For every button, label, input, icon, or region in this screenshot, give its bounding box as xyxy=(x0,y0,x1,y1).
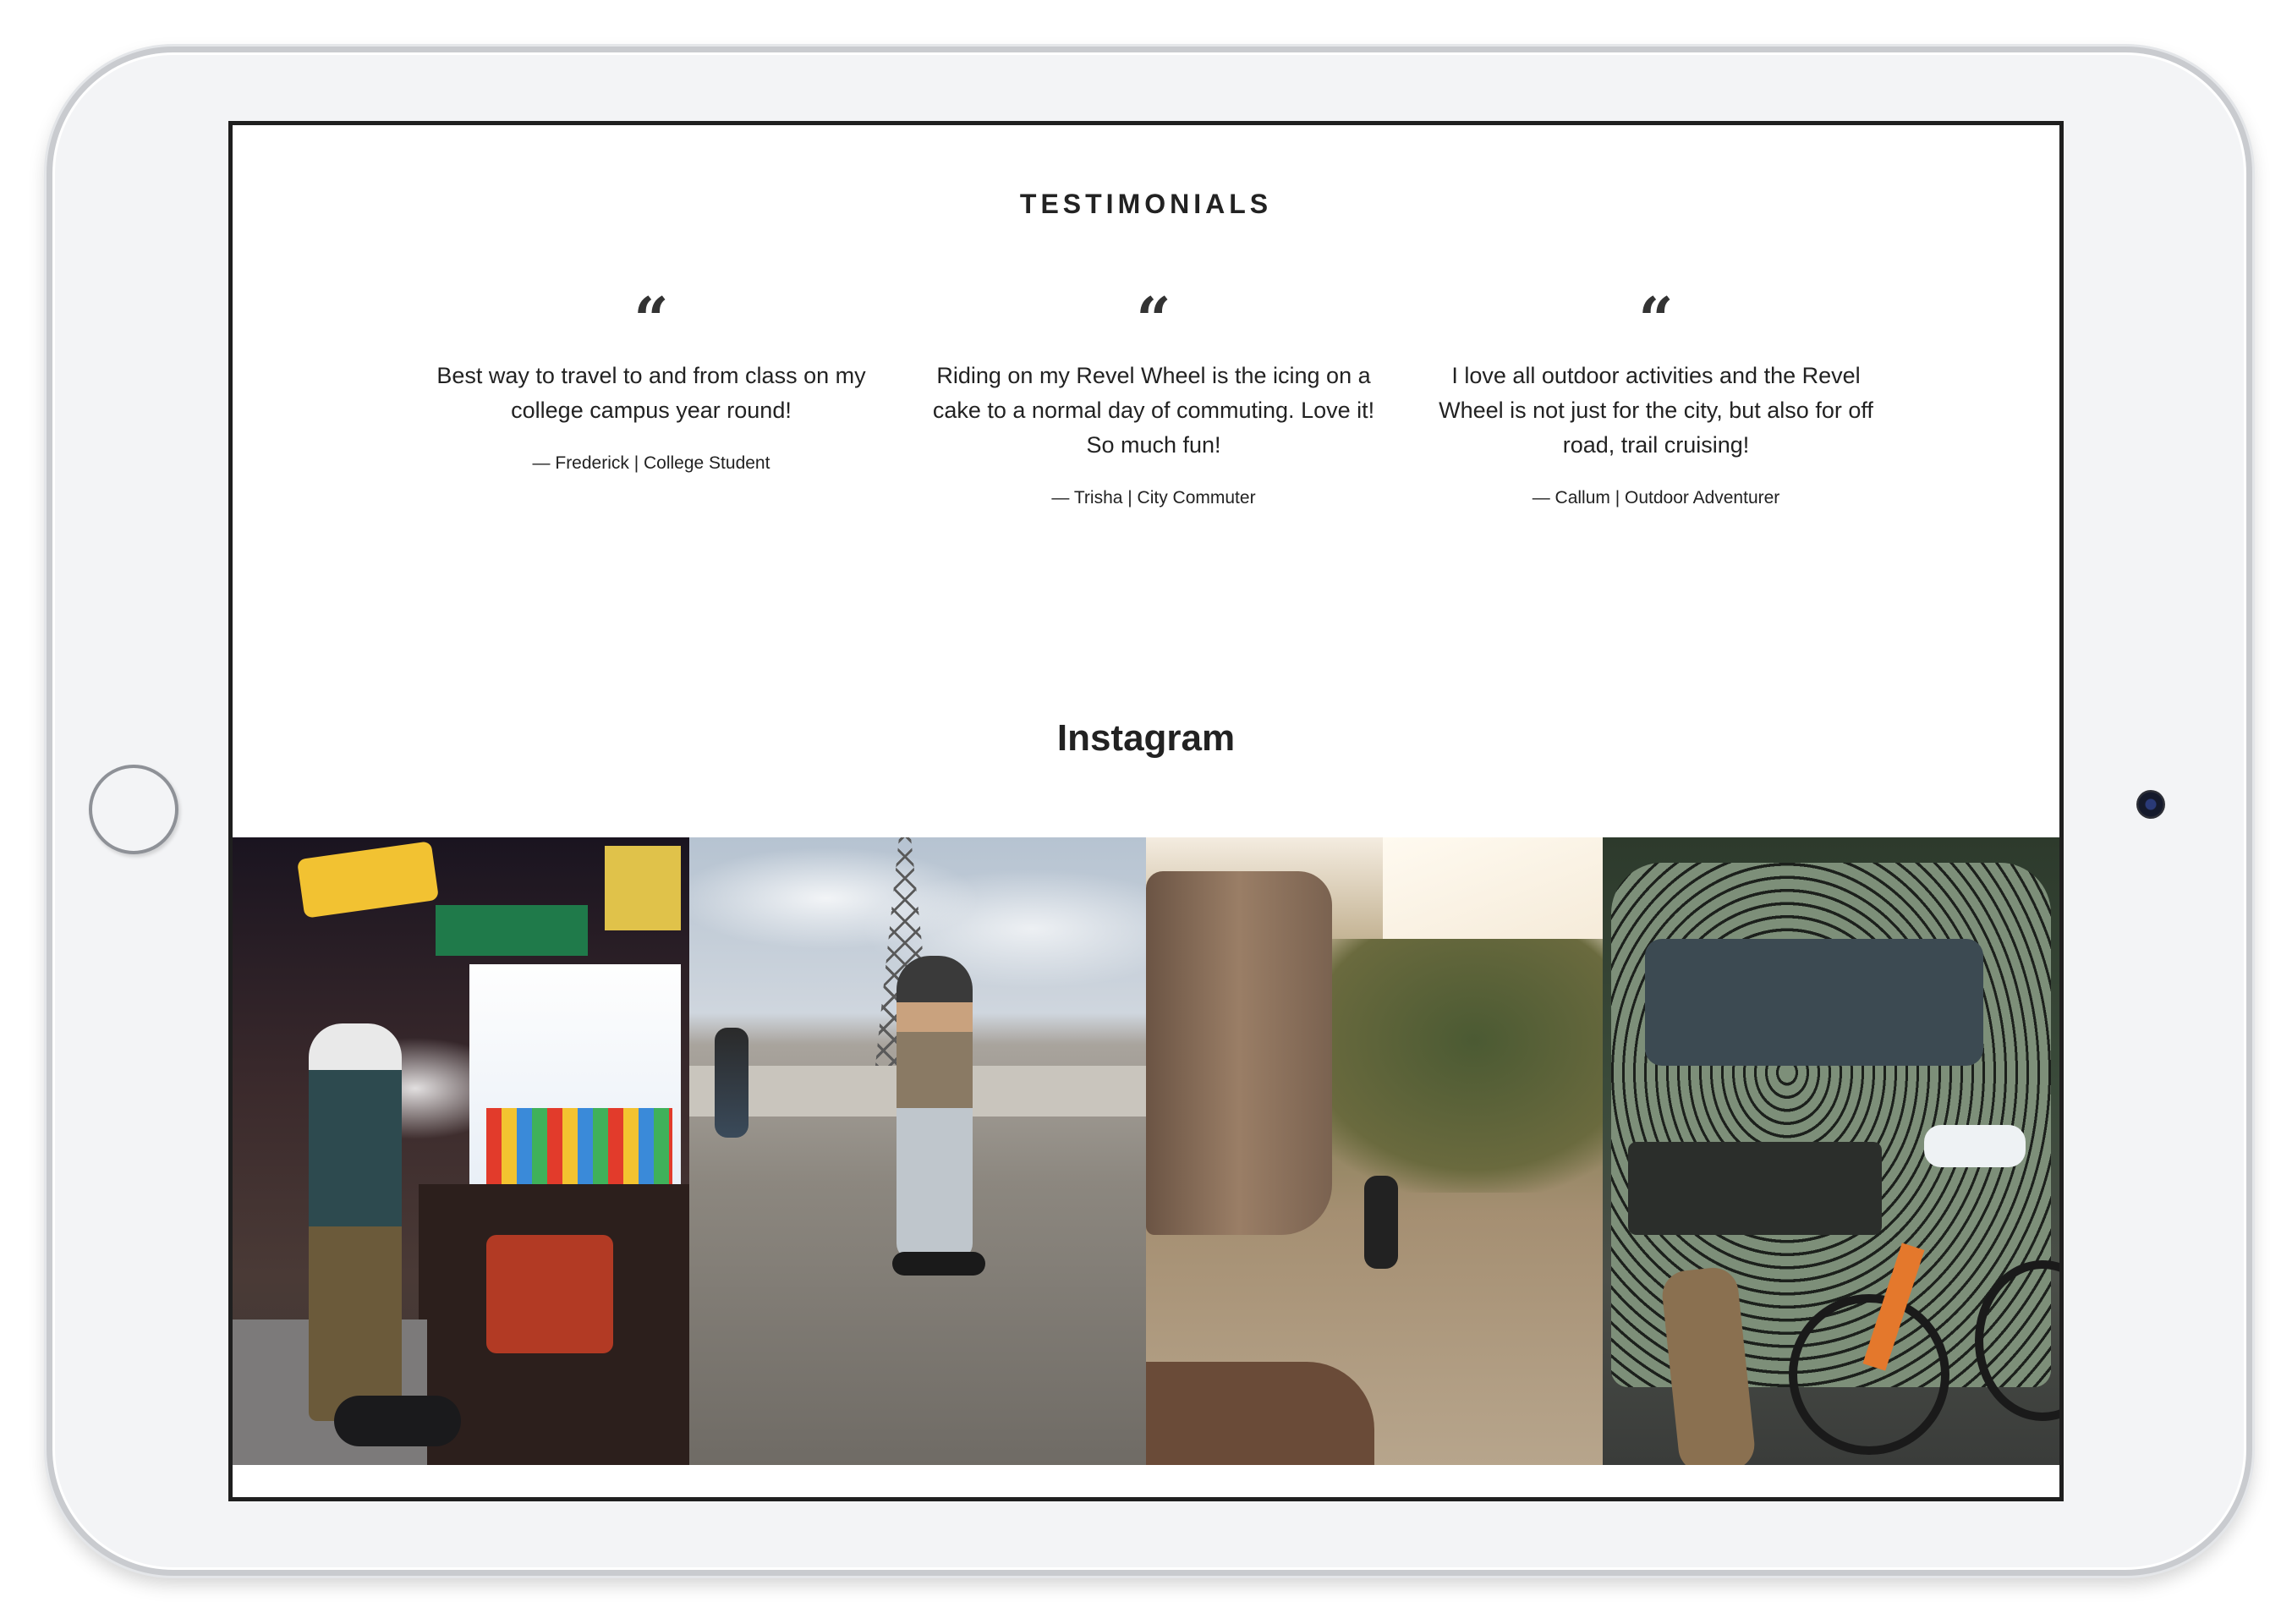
onewheel-board xyxy=(892,1252,985,1276)
testimonial-text: Riding on my Revel Wheel is the icing on… xyxy=(932,363,1375,458)
rider-figure xyxy=(1364,1176,1398,1269)
testimonial-card: “ Best way to travel to and from class o… xyxy=(423,294,880,474)
rider-figure xyxy=(309,1023,402,1421)
neon-sign xyxy=(436,905,588,956)
van-grille xyxy=(1628,1142,1882,1235)
front-camera xyxy=(2136,790,2165,819)
testimonial-author: — Frederick | College Student xyxy=(532,453,770,473)
testimonial-author: — Trisha | City Commuter xyxy=(1051,488,1256,508)
foreground-rock xyxy=(1146,1362,1374,1465)
drink-bottles xyxy=(486,1108,672,1184)
onewheel-board xyxy=(334,1396,461,1446)
home-button[interactable] xyxy=(89,765,178,854)
testimonial-author: — Callum | Outdoor Adventurer xyxy=(1532,488,1780,508)
instagram-photo-mountain-trail[interactable] xyxy=(1146,837,1603,1465)
quote-icon: “ xyxy=(1136,294,1171,338)
quote-icon: “ xyxy=(1638,294,1674,338)
testimonials-heading: TESTIMONIALS xyxy=(1019,189,1273,219)
testimonial-card: “ I love all outdoor activities and the … xyxy=(1428,294,1884,508)
sabre-sign xyxy=(296,841,440,919)
screen: TESTIMONIALS “ Best way to travel to and… xyxy=(228,121,2064,1501)
instagram-heading: Instagram xyxy=(1056,717,1236,759)
quote-icon: “ xyxy=(633,294,669,338)
testimonial-text: Best way to travel to and from class on … xyxy=(436,363,866,423)
testimonial-text: I love all outdoor activities and the Re… xyxy=(1439,363,1873,458)
testimonial-card: “ Riding on my Revel Wheel is the icing … xyxy=(925,294,1382,508)
instagram-gallery xyxy=(233,837,2059,1465)
instagram-photo-topo-van[interactable] xyxy=(1603,837,2059,1465)
cart-sign xyxy=(605,846,681,930)
rider-figure xyxy=(715,1028,748,1138)
bike-wheel xyxy=(1789,1294,1949,1455)
instagram-photo-riders-lot[interactable] xyxy=(689,837,1146,1465)
rider-figure xyxy=(897,956,973,1260)
rock-formation xyxy=(1146,871,1332,1235)
instagram-photo-city-cart[interactable] xyxy=(233,837,689,1465)
van-headlight xyxy=(1924,1125,2026,1167)
hotdog-sign xyxy=(486,1235,613,1353)
van-windshield xyxy=(1645,939,1983,1066)
